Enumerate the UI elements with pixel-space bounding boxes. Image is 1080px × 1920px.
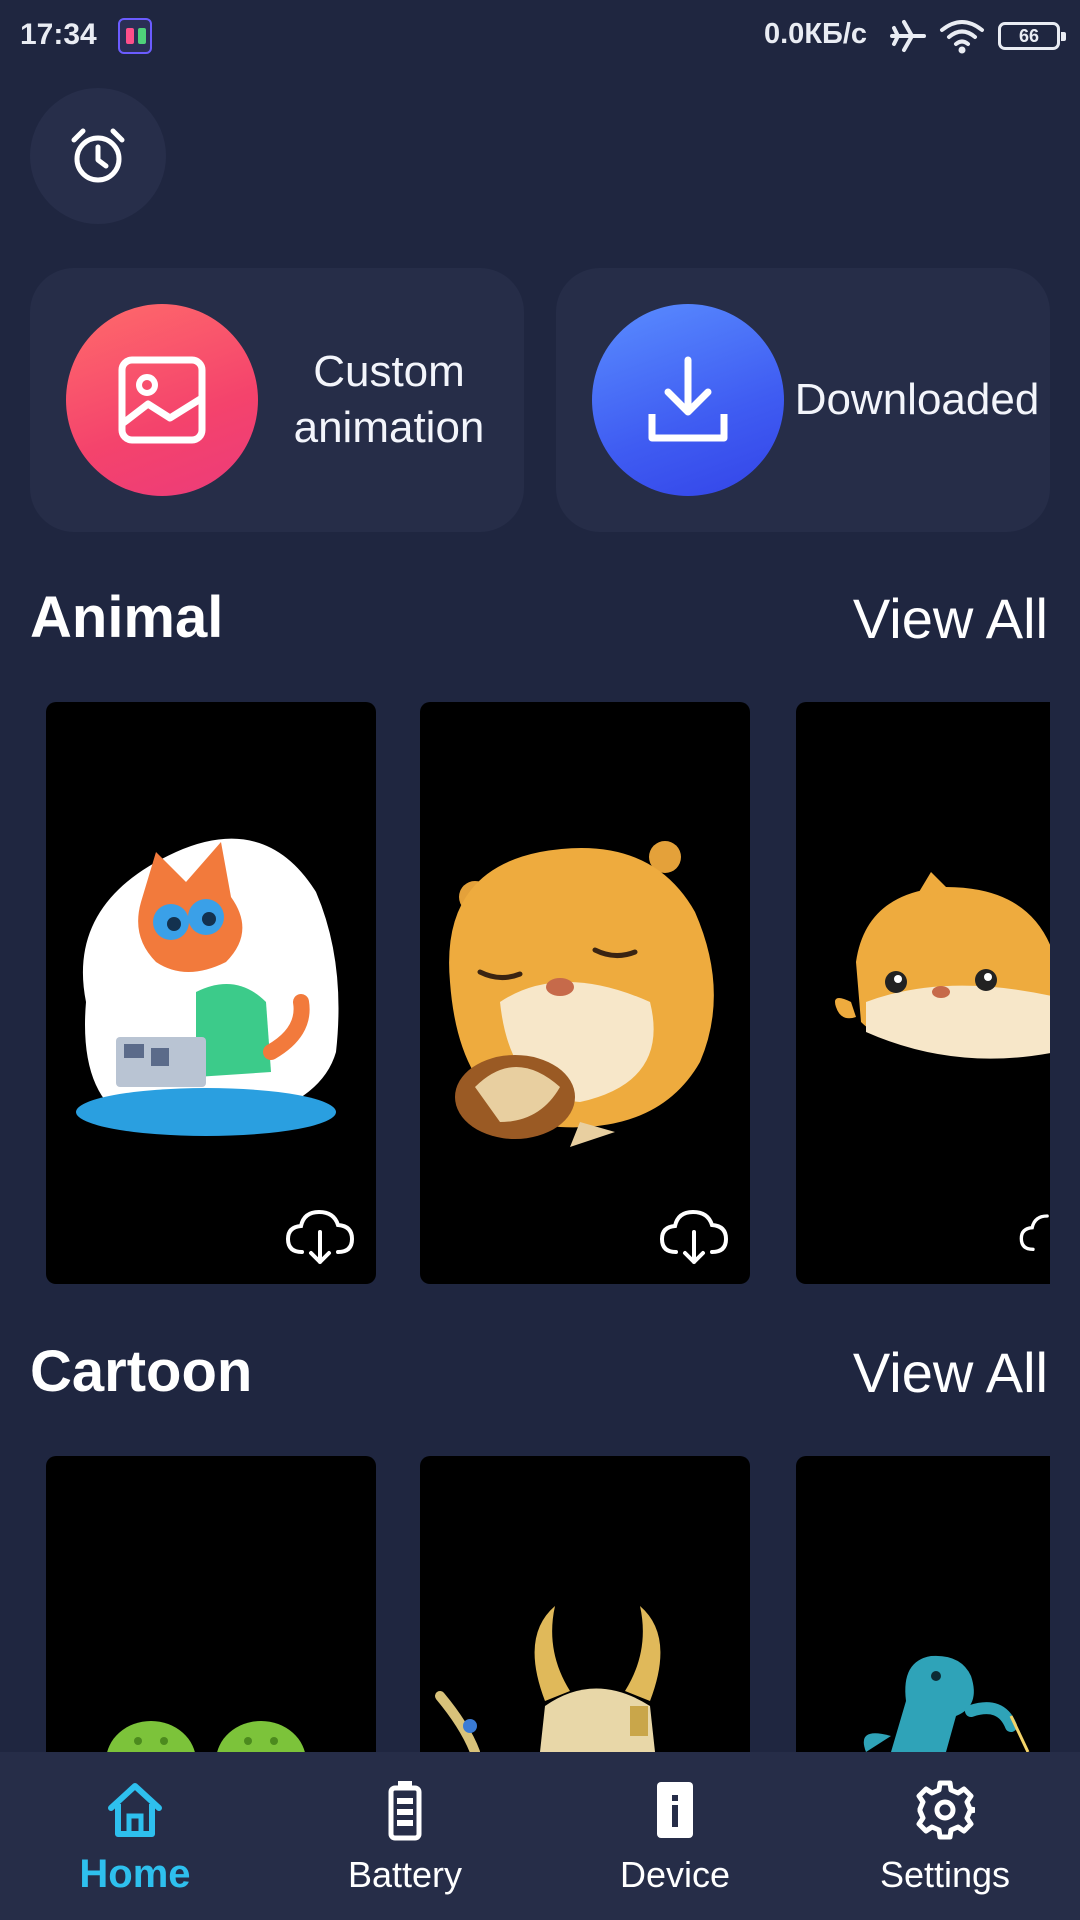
- custom-animation-card[interactable]: Custom animation: [30, 268, 524, 532]
- status-time: 17:34: [20, 18, 97, 51]
- nav-tab-battery[interactable]: Battery: [270, 1752, 540, 1920]
- animation-thumb-viking[interactable]: [420, 1456, 750, 1752]
- animation-thumb-blue-dino[interactable]: [796, 1456, 1050, 1752]
- status-bar: 17:34 0.0КБ/с 66: [0, 0, 1080, 72]
- cloud-download-icon[interactable]: [1018, 1206, 1050, 1266]
- downloaded-label: Downloaded: [794, 375, 1040, 424]
- nav-label-device: Device: [619, 1854, 731, 1895]
- green-creatures-image: [107, 1721, 305, 1752]
- nav-tab-settings[interactable]: Settings: [810, 1752, 1080, 1920]
- view-all-animal-link[interactable]: View All: [853, 586, 1048, 651]
- animation-thumb-fox[interactable]: [46, 702, 376, 1284]
- cloud-download-icon[interactable]: [658, 1206, 730, 1266]
- nav-tab-device[interactable]: Device: [540, 1752, 810, 1920]
- battery-level: 66: [1018, 26, 1040, 46]
- network-speed: 0.0КБ/с: [764, 18, 868, 50]
- section-title-cartoon: Cartoon: [30, 1339, 253, 1404]
- alarm-clock-icon: [71, 128, 125, 183]
- animation-thumb-hamster-waving[interactable]: [796, 702, 1050, 1284]
- downloaded-card[interactable]: Downloaded: [556, 268, 1050, 532]
- viking-character-image: [435, 1606, 661, 1752]
- cloud-download-icon[interactable]: [284, 1206, 356, 1266]
- hamster-waving-image: [835, 872, 1050, 1059]
- app-icon: [118, 18, 152, 54]
- wifi-icon: [940, 20, 984, 54]
- nav-tab-home[interactable]: Home: [0, 1752, 270, 1920]
- section-title-animal: Animal: [30, 585, 224, 650]
- blue-dino-image: [863, 1655, 1030, 1752]
- view-all-cartoon-link[interactable]: View All: [853, 1340, 1048, 1405]
- nav-label-settings: Settings: [879, 1854, 1011, 1895]
- custom-animation-label: Custom animation: [293, 347, 485, 452]
- nav-label-home: Home: [79, 1852, 191, 1896]
- custom-animation-button[interactable]: [66, 304, 258, 496]
- fox-laptop-image: [76, 838, 339, 1136]
- airplane-icon: [890, 20, 926, 52]
- device-info-icon: [657, 1782, 693, 1838]
- downloaded-button[interactable]: [592, 304, 784, 496]
- nav-label-battery: Battery: [347, 1854, 463, 1895]
- gear-icon: [916, 1780, 975, 1840]
- animation-thumb-hamster-eating[interactable]: [420, 702, 750, 1284]
- image-icon: [118, 356, 206, 444]
- home-icon: [108, 1783, 162, 1837]
- battery-indicator: 66: [998, 22, 1066, 50]
- hamster-eating-image: [449, 841, 714, 1147]
- alarm-button[interactable]: [30, 88, 166, 224]
- battery-icon: [388, 1781, 422, 1841]
- animation-thumb-green-creatures[interactable]: [46, 1456, 376, 1752]
- download-icon: [648, 356, 728, 442]
- bottom-navigation: Home Battery Device Settings: [0, 1752, 1080, 1920]
